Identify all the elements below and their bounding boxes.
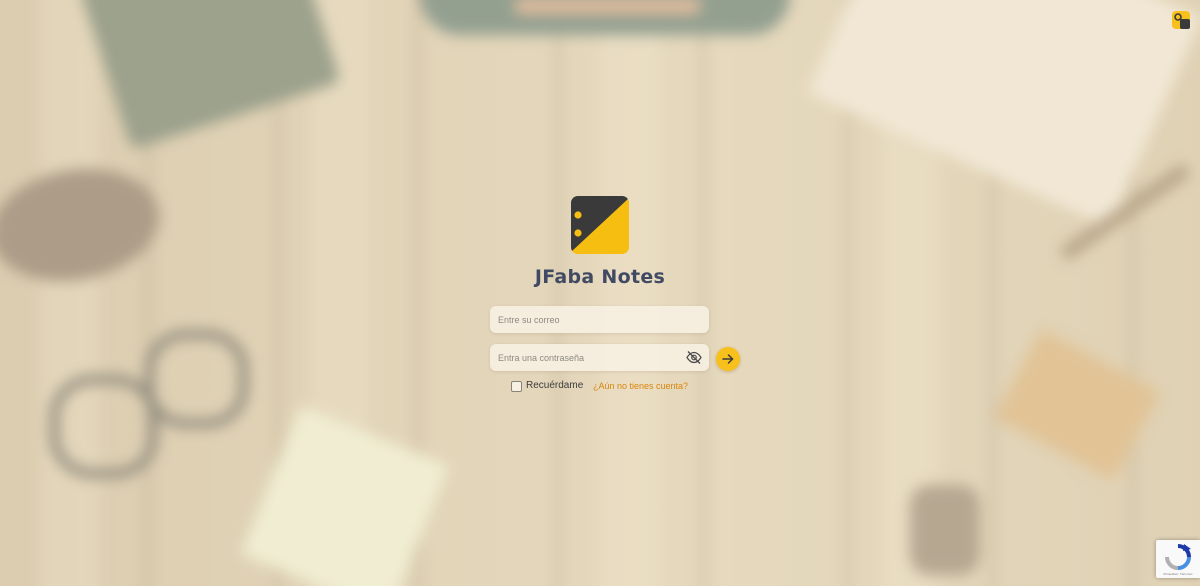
background-desk-image [0,0,1200,586]
remember-me-label: Recuérdame [526,380,584,391]
password-field[interactable] [490,344,709,371]
corner-logo-icon[interactable] [1172,11,1190,29]
checkbox[interactable] [511,381,522,392]
recaptcha-icon [1165,544,1191,570]
arrow-right-icon [722,354,734,364]
submit-button[interactable] [716,347,740,371]
login-panel: JFaba Notes [0,196,1200,288]
signup-link[interactable]: ¿Aún no tienes cuenta? [593,381,688,391]
password-input[interactable] [490,344,709,371]
eye-off-icon[interactable] [686,350,702,365]
email-input[interactable] [490,306,709,333]
recaptcha-terms[interactable]: Privacidad - Términos [1156,572,1200,576]
notebook-logo-icon [571,196,629,254]
recaptcha-badge[interactable]: Privacidad - Términos [1156,540,1200,578]
email-field[interactable] [490,306,709,333]
app-title: JFaba Notes [534,266,666,288]
